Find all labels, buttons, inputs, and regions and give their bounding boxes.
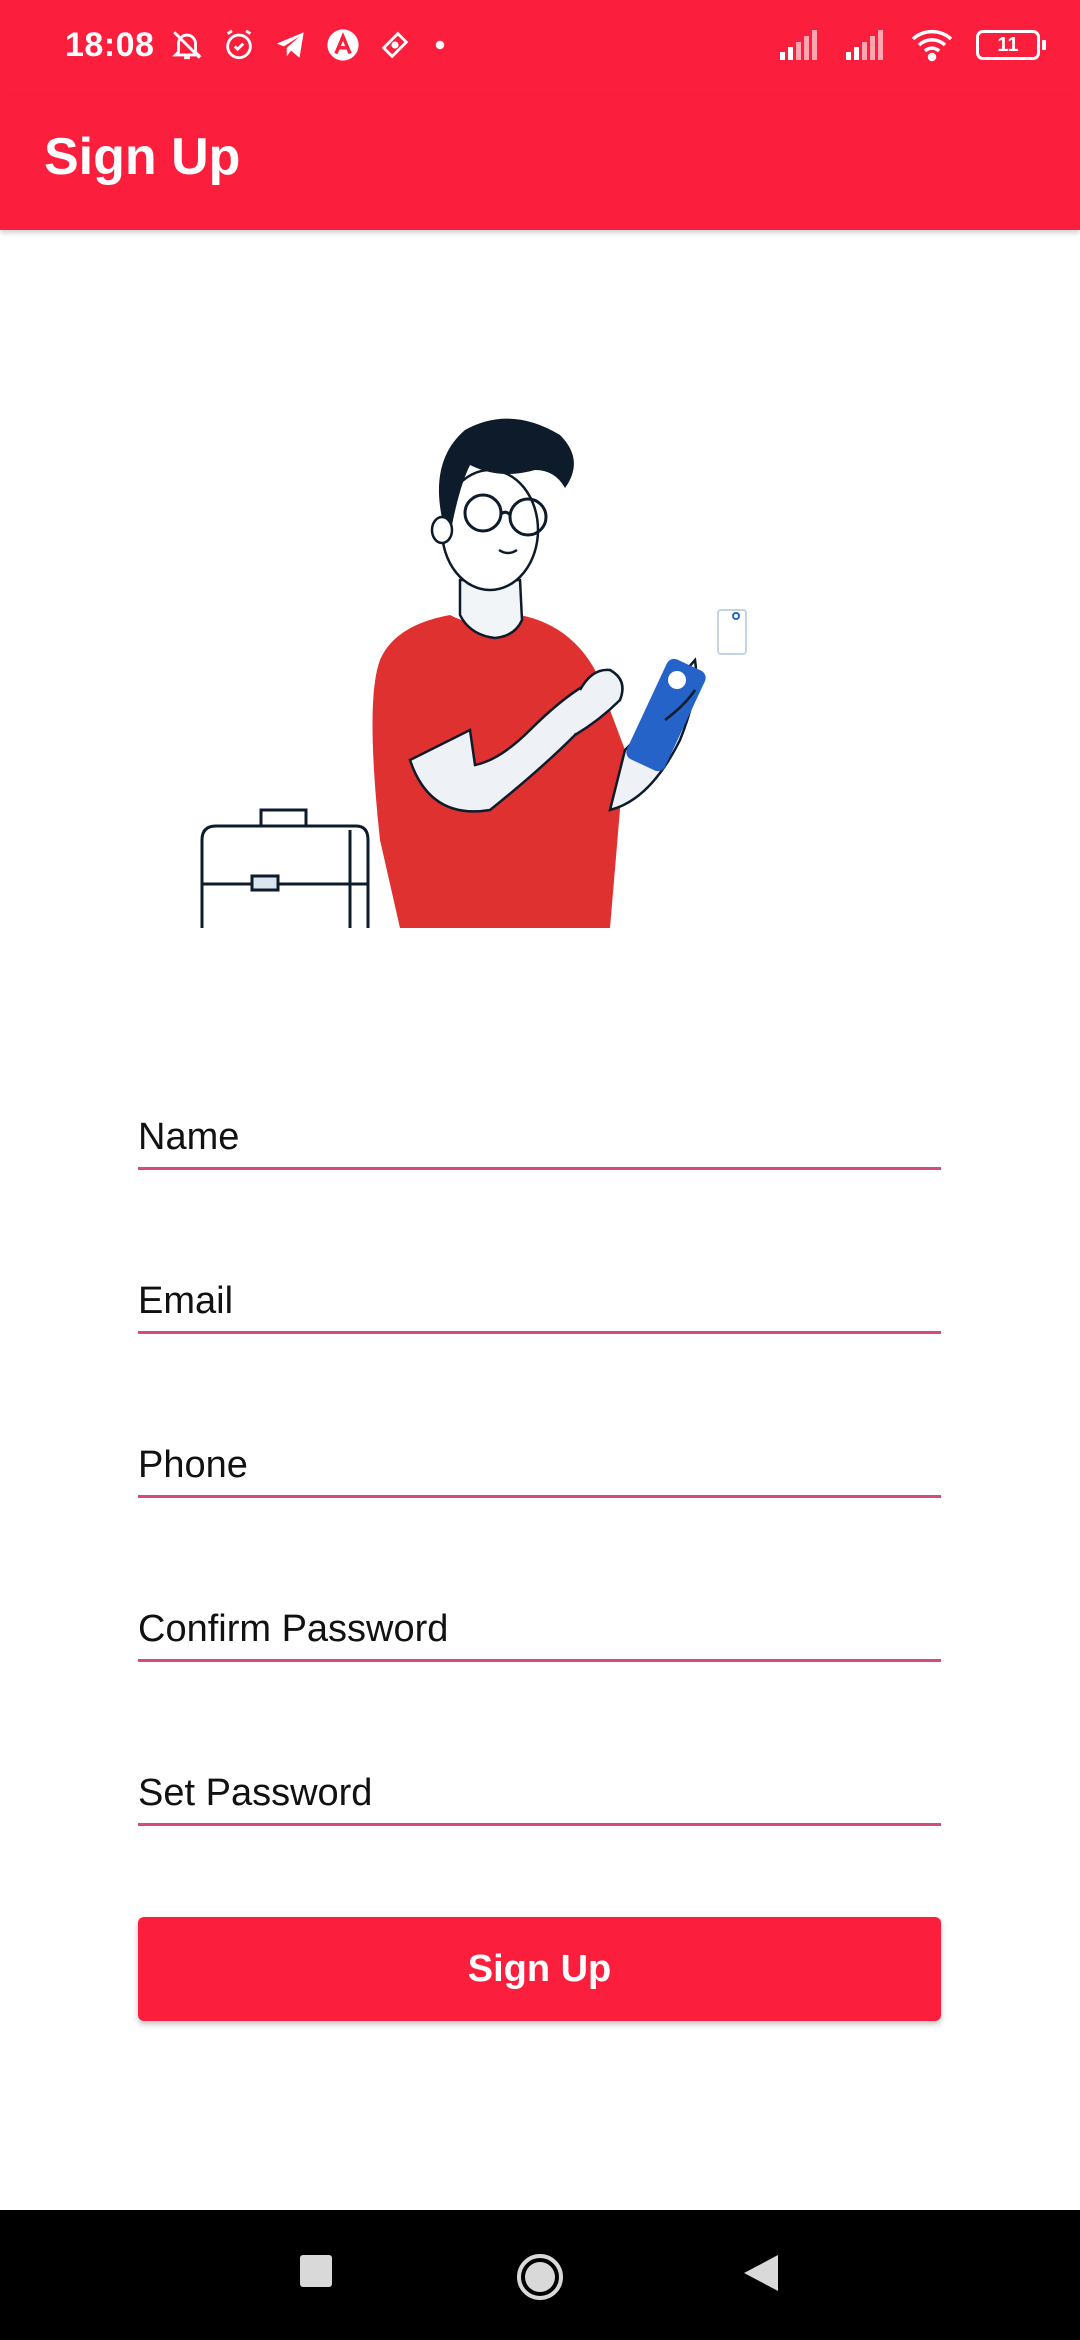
page-title: Sign Up <box>44 128 241 186</box>
app-a-icon <box>327 29 359 61</box>
status-bar: 18:08 11 <box>0 0 1080 95</box>
bell-off-icon <box>172 31 202 60</box>
set-password-field[interactable] <box>138 1763 941 1826</box>
signal-icon <box>780 30 817 60</box>
notification-icons <box>170 28 450 62</box>
recents-square-icon[interactable] <box>300 2255 332 2287</box>
sign-up-button[interactable]: Sign Up <box>138 1917 941 2021</box>
confirm-password-input[interactable] <box>138 1599 941 1659</box>
email-field[interactable] <box>138 1271 941 1334</box>
battery-level: 11 <box>997 34 1019 56</box>
email-input[interactable] <box>138 1271 941 1331</box>
set-password-input[interactable] <box>138 1763 941 1823</box>
smartphone-icon <box>626 609 747 772</box>
app-bar: Sign Up <box>0 95 1080 230</box>
confirm-password-field[interactable] <box>138 1599 941 1662</box>
wifi-icon <box>911 29 953 62</box>
ticket-icon <box>381 31 409 59</box>
briefcase-icon <box>200 808 370 928</box>
home-circle-icon[interactable] <box>515 2252 565 2302</box>
status-time: 18:08 <box>65 26 155 64</box>
signup-illustration <box>200 418 747 928</box>
name-input[interactable] <box>138 1107 941 1167</box>
phone-field[interactable] <box>138 1435 941 1498</box>
battery-icon: 11 <box>976 30 1046 60</box>
alarm-icon <box>226 29 252 60</box>
name-field[interactable] <box>138 1107 941 1170</box>
system-nav-bar <box>0 2210 1080 2340</box>
telegram-icon <box>276 32 304 58</box>
dot-icon <box>435 40 445 50</box>
system-icons: 11 <box>778 28 1046 62</box>
back-triangle-icon[interactable] <box>744 2255 778 2291</box>
phone-input[interactable] <box>138 1435 941 1495</box>
signal-icon <box>846 30 883 60</box>
